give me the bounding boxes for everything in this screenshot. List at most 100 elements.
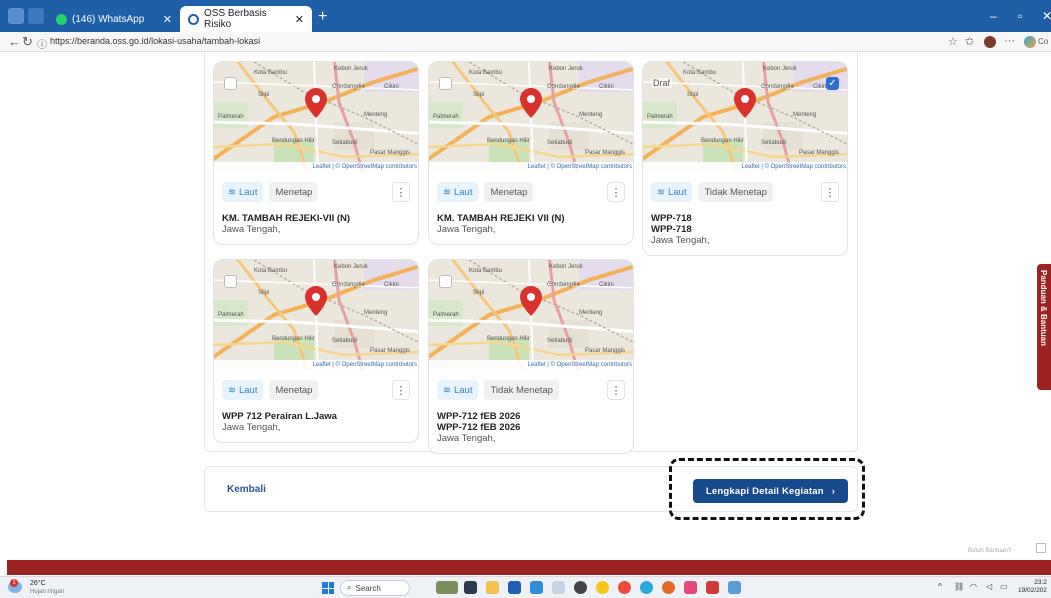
location-map[interactable]: Kota Bambu Kebon Jeruk Gondangdia Cikini… [643, 62, 847, 172]
system-clock[interactable]: 23:2 19/02/202 [1018, 579, 1047, 595]
link-icon[interactable]: ⛓ [954, 582, 964, 591]
file-explorer-icon[interactable] [486, 581, 499, 594]
browser-icon[interactable] [640, 581, 653, 594]
mode-label: Laut [453, 384, 473, 396]
location-name: KM. TAMBAH REJEKI VII (N) [437, 213, 565, 224]
mode-label: Laut [238, 186, 258, 198]
photos-icon[interactable] [728, 581, 741, 594]
select-checkbox[interactable] [439, 275, 452, 288]
card-tags: ≋ Laut Tidak Menetap ⋮ [643, 178, 847, 206]
taskbar-search[interactable]: ⌕ Search [340, 580, 410, 596]
map-label: Kota Bambu [469, 70, 503, 76]
location-map[interactable]: Kota Bambu Kebon Jeruk Gondangdia Cikini… [429, 260, 633, 370]
store-icon[interactable] [508, 581, 521, 594]
weather-widget[interactable]: 26°C Hujan ringan [30, 580, 64, 596]
favorite-star-icon[interactable]: ☆ [948, 35, 958, 48]
profile-avatar[interactable] [984, 36, 996, 48]
address-bar: ← ↻ ⓘ https://beranda.oss.go.id/lokasi-u… [0, 32, 1051, 52]
chrome-icon[interactable] [618, 581, 631, 594]
new-tab-button[interactable]: + [318, 8, 327, 26]
favorites-icon[interactable]: ✩ [965, 35, 974, 48]
more-vertical-icon[interactable]: ⋮ [607, 182, 625, 202]
guide-help-tab[interactable]: Panduan & Bantuan [1037, 264, 1051, 390]
firefox-icon[interactable] [662, 581, 675, 594]
map-label: Gondangdia [547, 84, 580, 90]
map-pin-icon [734, 88, 756, 118]
location-card[interactable]: Kota Bambu Kebon Jeruk Gondangdia Cikini… [428, 61, 634, 245]
back-link[interactable]: Kembali [227, 484, 266, 495]
close-window-icon[interactable]: ✕ [1042, 9, 1051, 23]
url-field[interactable]: https://beranda.oss.go.id/lokasi-usaha/t… [50, 36, 260, 46]
more-vertical-icon[interactable]: ⋮ [821, 182, 839, 202]
location-region: Jawa Tengah, [222, 224, 281, 235]
back-arrow-icon[interactable]: ← [8, 34, 21, 49]
location-map[interactable]: Kota Bambu Kebon Jeruk Gondangdia Cikini… [214, 62, 418, 172]
select-checkbox[interactable]: ✓ [826, 77, 839, 90]
volume-icon[interactable]: ◁ [986, 582, 992, 591]
site-info-icon[interactable]: ⓘ [37, 36, 47, 51]
outlook-icon[interactable] [530, 581, 543, 594]
status-badge: Tidak Menetap [698, 182, 773, 202]
browser-tab-bar: (146) WhatsApp ✕ OSS Berbasis Risiko ✕ +… [0, 0, 1051, 32]
status-badge: Tidak Menetap [484, 380, 559, 400]
map-attribution: Leaflet | © OpenStreetMap contributors [429, 162, 633, 172]
location-card[interactable]: Kota Bambu Kebon Jeruk Gondangdia Cikini… [642, 61, 848, 256]
mail-icon[interactable] [706, 581, 719, 594]
close-icon[interactable]: ✕ [163, 13, 172, 26]
map-attribution: Leaflet | © OpenStreetMap contributors [643, 162, 847, 172]
chrome-canary-icon[interactable] [596, 581, 609, 594]
tray-expand-icon[interactable]: ^ [938, 582, 942, 591]
map-label: Setiabudi [547, 140, 573, 146]
camera-icon[interactable] [574, 581, 587, 594]
battery-icon[interactable]: ▭ [1000, 582, 1008, 591]
select-checkbox[interactable] [439, 77, 452, 90]
wifi-icon[interactable]: ◠ [970, 582, 977, 591]
page-footer-bar [7, 560, 1051, 575]
minimize-icon[interactable]: – [990, 9, 997, 23]
location-map[interactable]: Kota Bambu Kebon Jeruk Gondangdia Cikini… [429, 62, 633, 172]
location-card[interactable]: Kota Bambu Kebon Jeruk Gondangdia Cikini… [213, 61, 419, 245]
more-vertical-icon[interactable]: ⋮ [607, 380, 625, 400]
more-options-icon[interactable]: ··· [1004, 35, 1015, 47]
help-chat-icon[interactable] [1036, 543, 1046, 553]
map-label: Gondangdia [332, 84, 365, 90]
whatsapp-icon [56, 13, 67, 25]
map-label: Slipi [473, 92, 485, 98]
app-icon[interactable] [684, 581, 697, 594]
more-vertical-icon[interactable]: ⋮ [392, 380, 410, 400]
more-vertical-icon[interactable]: ⋮ [392, 182, 410, 202]
help-label[interactable]: Butuh Bantuan? [968, 548, 1011, 554]
card-tags: ≋ Laut Menetap ⋮ [429, 178, 633, 206]
maximize-icon[interactable]: ▫ [1018, 9, 1022, 23]
tab-label: (146) WhatsApp [72, 13, 145, 25]
tab-oss[interactable]: OSS Berbasis Risiko ✕ [180, 6, 312, 32]
select-checkbox[interactable] [224, 77, 237, 90]
location-map[interactable]: Kota Bambu Kebon Jeruk Gondangdia Cikini… [214, 260, 418, 370]
oss-favicon-icon [188, 13, 199, 25]
task-view-icon[interactable] [464, 581, 477, 594]
location-card[interactable]: Kota Bambu Kebon Jeruk Gondangdia Cikini… [213, 259, 419, 443]
location-name: WPP-718 [651, 213, 692, 224]
map-label: Palmerah [647, 114, 673, 120]
map-label: Pasar Manggis [370, 348, 411, 354]
select-checkbox[interactable] [224, 275, 237, 288]
tab-whatsapp[interactable]: (146) WhatsApp ✕ [48, 6, 180, 32]
location-region: Jawa Tengah, [651, 235, 710, 246]
widgets-icon[interactable] [436, 581, 458, 594]
card-tags: ≋ Laut Menetap ⋮ [214, 178, 418, 206]
map-label: Pasar Manggis [799, 150, 840, 156]
copilot-icon[interactable] [1024, 36, 1036, 48]
browser-menu-icon[interactable] [8, 8, 24, 24]
close-icon[interactable]: ✕ [295, 13, 304, 26]
card-tags: ≋ Laut Menetap ⋮ [214, 376, 418, 404]
edge-icon[interactable] [552, 581, 565, 594]
map-label: Palmerah [433, 312, 459, 318]
map-label: Gondangdia [547, 282, 580, 288]
windows-start-icon[interactable] [322, 582, 334, 594]
refresh-icon[interactable]: ↻ [22, 34, 33, 50]
weather-desc: Hujan ringan [30, 589, 65, 595]
location-card[interactable]: Kota Bambu Kebon Jeruk Gondangdia Cikini… [428, 259, 634, 454]
status-badge: Menetap [484, 182, 534, 202]
tab-actions-icon[interactable] [28, 8, 44, 24]
map-label: Kota Bambu [254, 268, 288, 274]
